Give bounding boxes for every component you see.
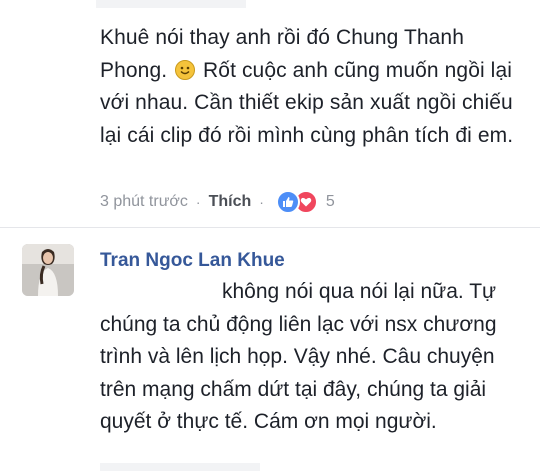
- reactions-summary[interactable]: 5: [275, 190, 335, 214]
- next-meta-edge: [100, 463, 260, 471]
- like-reaction-icon: [275, 190, 300, 214]
- comment-text-content: không nói qua nói lại nữa. Tự chúng ta c…: [100, 280, 497, 433]
- comment-divider: [0, 227, 540, 228]
- comment-body: Khuê nói thay anh rồi đó Chung Thanh Pho…: [100, 22, 530, 152]
- comment-author-link[interactable]: Tran Ngoc Lan Khue: [100, 248, 530, 274]
- separator-dot: ·: [195, 194, 201, 210]
- comment-text: Khuê nói thay anh rồi đó Chung Thanh Pho…: [100, 22, 530, 152]
- previous-comment-edge: [96, 0, 246, 8]
- smile-emoji-icon: [175, 59, 196, 80]
- comment-text: không nói qua nói lại nữa. Tự chúng ta c…: [100, 276, 530, 439]
- like-button[interactable]: Thích: [209, 193, 252, 211]
- separator-dot: ·: [259, 194, 264, 210]
- redacted-mention: [100, 280, 222, 298]
- comment-timestamp[interactable]: 3 phút trước: [100, 193, 188, 211]
- comment-body: Tran Ngoc Lan Khue không nói qua nói lại…: [100, 248, 530, 439]
- comment-meta: 3 phút trước · Thích · 5: [100, 190, 335, 214]
- reaction-count: 5: [325, 193, 335, 210]
- avatar[interactable]: [22, 244, 74, 296]
